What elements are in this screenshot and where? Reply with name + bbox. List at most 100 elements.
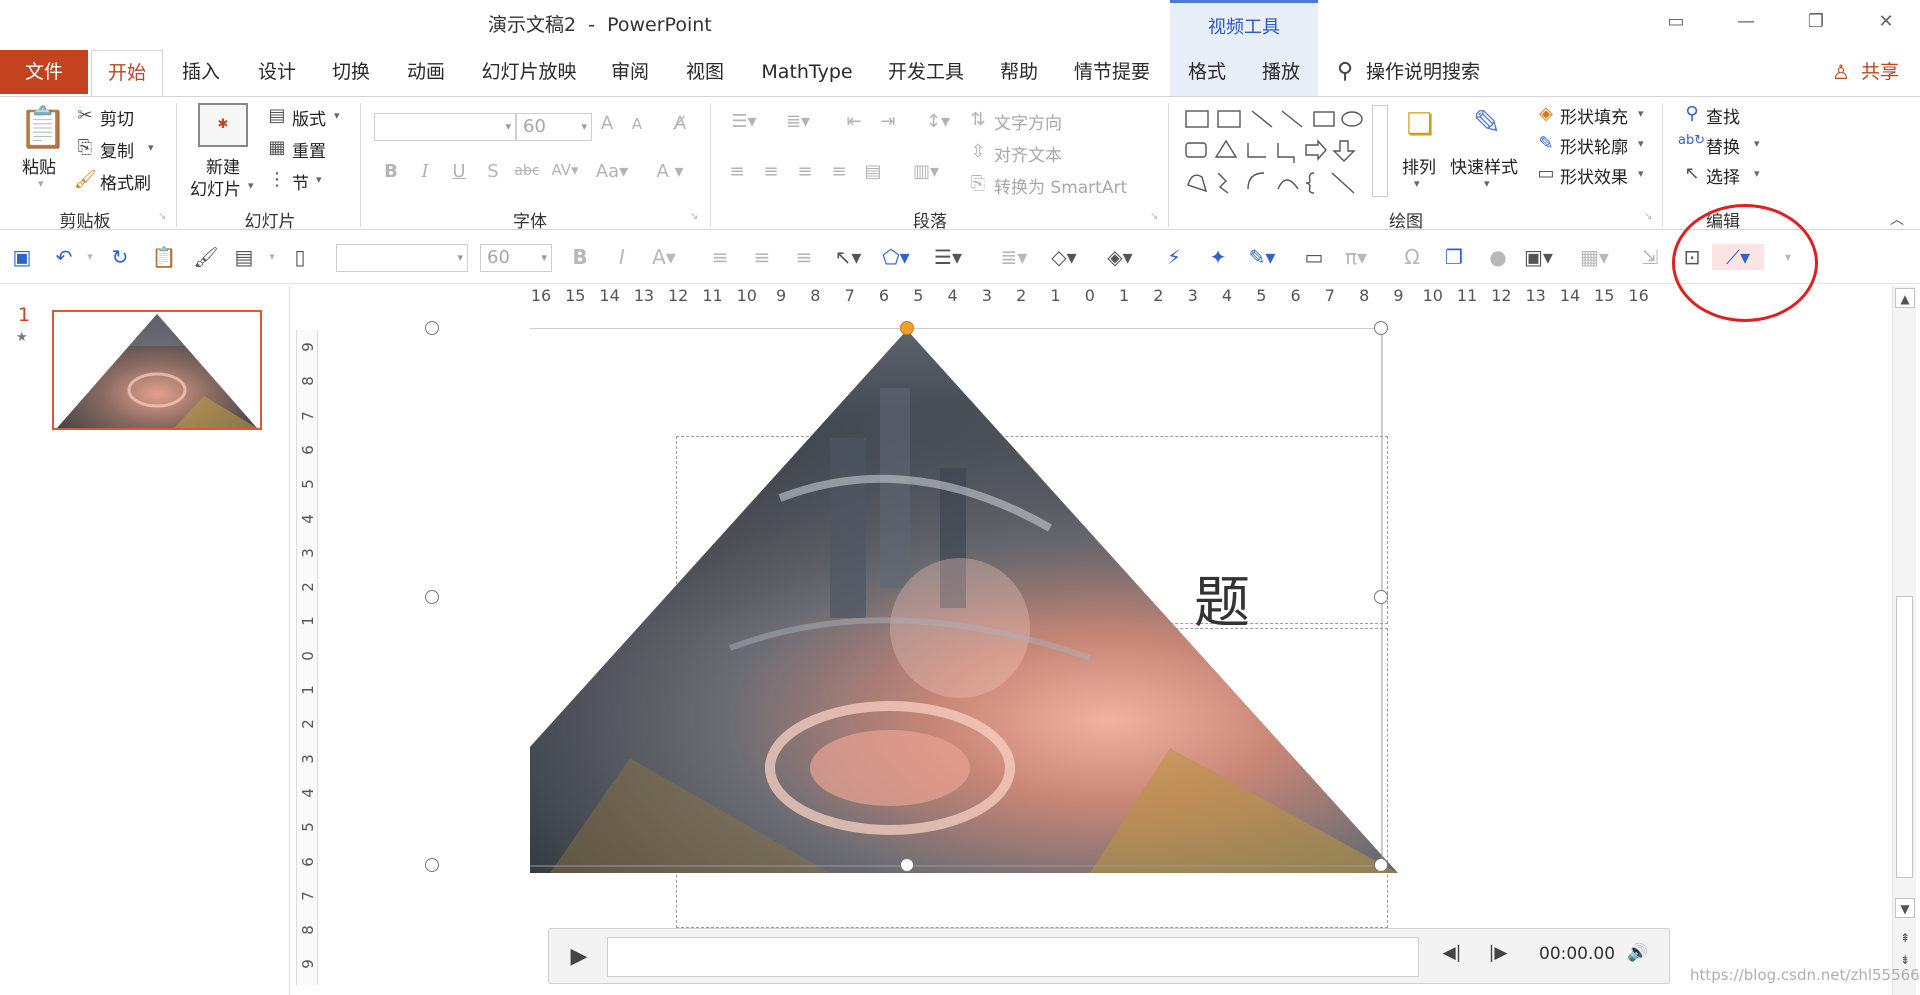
tab-home[interactable]: 开始 [91,50,163,97]
qat-insert-icon[interactable]: ⇲ [1636,244,1664,270]
shape-fill-button[interactable]: 形状填充 [1560,103,1628,128]
qat-font-color-icon[interactable]: A▾ [650,244,678,270]
media-progress-bar[interactable] [607,937,1419,977]
replace-dropdown-icon[interactable]: ▾ [1754,137,1760,150]
clear-formatting-icon[interactable]: A̸ [668,113,692,134]
resize-handle-w[interactable] [425,590,439,604]
copy-button[interactable]: 复制 [100,137,134,162]
tab-review[interactable]: 审阅 [597,50,663,94]
resize-handle-nw[interactable] [425,321,439,335]
qat-shape-icon[interactable]: ⬠▾ [882,244,910,270]
slide-canvas[interactable]: 单 题 [425,321,1690,983]
layout-dropdown-icon[interactable]: ▾ [334,109,340,122]
qat-star-icon[interactable]: ✦ [1204,244,1232,270]
numbering-icon[interactable]: ≣▾ [778,111,818,132]
shapes-gallery-scroll[interactable] [1372,105,1388,197]
scroll-up-icon[interactable]: ▲ [1895,288,1915,308]
section-dropdown-icon[interactable]: ▾ [316,173,322,186]
shape-outline-dropdown-icon[interactable]: ▾ [1638,137,1644,150]
arrange-dropdown-icon[interactable]: ▾ [1414,177,1420,190]
scroll-down-icon[interactable]: ▼ [1895,898,1915,918]
tab-file[interactable]: 文件 [0,50,88,94]
collapse-ribbon-icon[interactable]: ︿ [1886,209,1908,229]
qat-textbox-icon[interactable]: ▭ [1300,244,1328,270]
tab-animations[interactable]: 动画 [393,50,459,94]
tab-format[interactable]: 格式 [1170,50,1244,94]
shapes-gallery[interactable] [1182,105,1372,197]
layout-button[interactable]: 版式 [292,105,326,130]
format-painter-qat-icon[interactable]: 🖌 [192,244,220,270]
qat-select-arrow-icon[interactable]: ↖▾ [834,244,862,270]
undo-dropdown-icon[interactable]: ▾ [76,244,104,270]
undo-icon[interactable]: ↶ [50,244,78,270]
underline-icon[interactable]: U [448,161,470,182]
find-button[interactable]: 查找 [1706,103,1740,128]
qat-circle-icon[interactable]: ● [1484,244,1512,270]
format-painter-button[interactable]: 格式刷 [100,169,151,194]
resize-handle-e[interactable] [1374,590,1388,604]
align-text-button[interactable]: 对齐文本 [994,141,1062,166]
qat-pen-color-icon[interactable]: ✎▾ [1248,244,1276,270]
char-spacing-icon[interactable]: AV▾ [548,161,582,179]
paste-dropdown-icon[interactable]: ▾ [38,177,44,190]
font-size-combo[interactable]: 60 ▾ [516,113,592,141]
paste-qat-icon[interactable]: 📋 [150,244,178,270]
new-slide-qat-icon[interactable]: ▯ [286,244,314,270]
adjust-handle[interactable] [900,321,914,335]
qat-center-icon[interactable]: ≡ [748,244,776,270]
tab-help[interactable]: 帮助 [988,50,1050,94]
increase-indent-icon[interactable]: ⇥ [876,111,900,132]
close-icon[interactable]: ✕ [1866,8,1906,36]
qat-italic-icon[interactable]: I [608,244,636,270]
vertical-scrollbar[interactable]: ▲ ▼ ⇞ ⇟ [1892,286,1916,995]
tab-slideshow[interactable]: 幻灯片放映 [474,50,584,94]
restore-icon[interactable]: ❐ [1796,8,1836,36]
shape-effects-dropdown-icon[interactable]: ▾ [1638,167,1644,180]
align-right-icon[interactable]: ≡ [792,161,818,182]
replace-button[interactable]: 替换 [1706,133,1740,158]
columns-icon[interactable]: ▥▾ [906,161,946,182]
qat-justify-icon[interactable]: ≡ [790,244,818,270]
bullets-icon[interactable]: ☰▾ [724,111,764,132]
qat-fill-icon[interactable]: ◈▾ [1106,244,1134,270]
qat-symbol-icon[interactable]: Ω [1398,244,1426,270]
qat-font-combo[interactable]: ▾ [336,244,468,272]
paste-button[interactable]: 粘贴 [22,153,56,178]
layout-qat-dropdown-icon[interactable]: ▾ [258,244,286,270]
qat-shape-outline-icon[interactable]: ◇▾ [1050,244,1078,270]
qat-arrange-icon[interactable]: ▣▾ [1524,244,1553,270]
minimize-icon[interactable]: — [1726,8,1766,36]
qat-table-icon[interactable]: ▦▾ [1580,244,1609,270]
qat-size-combo[interactable]: 60 ▾ [480,244,552,272]
new-slide-label-2[interactable]: 幻灯片 [190,175,241,200]
video-triangle[interactable] [530,328,1690,983]
change-case-icon[interactable]: Aa▾ [592,161,632,182]
shrink-font-icon[interactable]: A [626,115,648,133]
slide-thumbnail-1[interactable] [52,310,262,430]
tell-me-search[interactable]: 操作说明搜索 [1366,50,1496,94]
shape-outline-button[interactable]: 形状轮廓 [1560,133,1628,158]
font-launcher-icon[interactable]: ↘ [690,211,698,222]
qat-equation-icon[interactable]: π▾ [1342,244,1370,270]
shadow-icon[interactable]: S [482,161,504,182]
italic-icon[interactable]: I [414,161,436,182]
new-slide-icon[interactable]: ✱ [198,103,248,147]
new-slide-dropdown-icon[interactable]: ▾ [248,179,254,192]
paste-icon[interactable]: 📋 [18,103,68,153]
save-icon[interactable]: ▣ [8,244,36,270]
tab-storyboard[interactable]: 情节提要 [1064,50,1160,94]
align-left-icon[interactable]: ≡ [724,161,750,182]
drawing-launcher-icon[interactable]: ↘ [1644,211,1652,222]
qat-effect-icon[interactable]: ⚡ [1160,244,1188,270]
qat-group-icon[interactable]: ❐ [1440,244,1468,270]
shape-effects-button[interactable]: 形状效果 [1560,163,1628,188]
strikethrough-icon[interactable]: abc [512,163,542,179]
arrange-button[interactable]: 排列 [1402,153,1436,178]
share-button[interactable]: 共享 [1856,50,1904,94]
line-spacing-icon[interactable]: ↕▾ [918,111,958,132]
section-button[interactable]: 节 [292,169,309,194]
clipboard-launcher-icon[interactable]: ↘ [158,211,166,222]
qat-bold-icon[interactable]: B [566,244,594,270]
paragraph-launcher-icon[interactable]: ↘ [1150,211,1158,222]
bold-icon[interactable]: B [380,161,402,182]
